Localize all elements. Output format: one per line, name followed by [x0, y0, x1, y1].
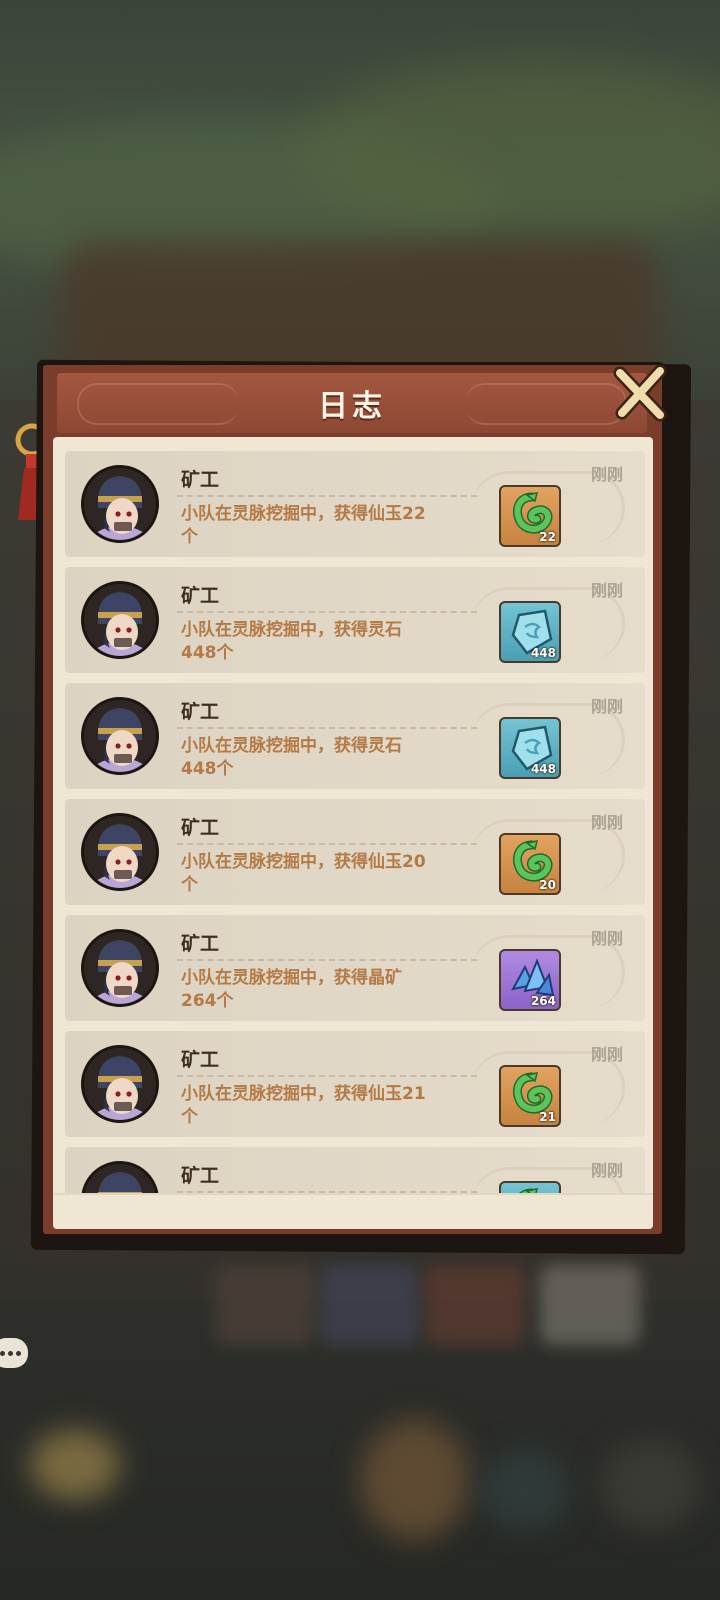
log-entry: 矿工小队在灵脉挖掘中，获得仙玉20个 刚刚 20	[65, 799, 645, 905]
log-message: 小队在灵脉挖掘中，获得仙玉22个	[181, 504, 426, 547]
log-name: 矿工	[181, 1165, 220, 1187]
reward-quantity: 21	[539, 1110, 556, 1124]
log-list[interactable]: 矿工 小队在灵脉挖掘中，获得仙玉22个 刚刚 22 矿工 小队在灵脉挖掘中，获得灵石44…	[65, 451, 645, 1197]
miner-avatar	[81, 1161, 159, 1197]
log-name: 矿工	[181, 469, 220, 491]
reward-item[interactable]: 448	[499, 717, 561, 779]
log-time: 刚刚	[590, 581, 623, 600]
log-entry: 矿工 刚刚	[65, 1147, 645, 1197]
reward-quantity: 264	[530, 994, 556, 1008]
log-entry: 矿工小队在灵脉挖掘中，获得仙玉21个 刚刚 21	[65, 1031, 645, 1137]
log-name: 矿工	[181, 817, 220, 839]
log-message: 小队在灵脉挖掘中，获得晶矿264个	[181, 968, 402, 1011]
log-panel: 矿工 小队在灵脉挖掘中，获得仙玉22个 刚刚 22 矿工 小队在灵脉挖掘中，获得灵石44…	[53, 437, 653, 1229]
reward-item[interactable]: 21	[499, 1065, 561, 1127]
miner-avatar	[81, 929, 159, 1007]
chat-icon[interactable]	[0, 1338, 28, 1368]
log-time: 刚刚	[590, 929, 623, 948]
log-dialog: 日志 矿工 小队在灵脉挖掘中，获得仙玉22个 刚刚 22 矿工 小队在灵脉挖掘中，获得灵…	[40, 362, 667, 1237]
miner-avatar	[81, 697, 159, 775]
log-name: 矿工	[181, 933, 220, 955]
log-entry: 矿工小队在灵脉挖掘中，获得灵石448个 刚刚 448	[65, 683, 645, 789]
log-entry: 矿工小队在灵脉挖掘中，获得晶矿264个 刚刚 264	[65, 915, 645, 1021]
log-time: 刚刚	[590, 1161, 623, 1180]
dialog-title: 日志	[318, 389, 386, 424]
miner-avatar	[81, 1045, 159, 1123]
close-x-icon[interactable]	[610, 363, 670, 423]
reward-item[interactable]: 22	[499, 485, 561, 547]
log-time: 刚刚	[590, 697, 623, 716]
reward-quantity: 22	[539, 530, 556, 544]
reward-quantity: 448	[530, 646, 556, 660]
log-message: 小队在灵脉挖掘中，获得灵石448个	[181, 736, 402, 779]
log-entry: 矿工小队在灵脉挖掘中，获得仙玉22个 刚刚 22	[65, 451, 645, 557]
log-time: 刚刚	[590, 1045, 623, 1064]
log-time: 刚刚	[590, 813, 623, 832]
reward-quantity: 20	[539, 878, 556, 892]
log-message: 小队在灵脉挖掘中，获得仙玉21个	[181, 1084, 426, 1127]
reward-quantity: 448	[530, 762, 556, 776]
log-message: 小队在灵脉挖掘中，获得灵石448个	[181, 620, 402, 663]
miner-avatar	[81, 581, 159, 659]
log-name: 矿工	[181, 701, 220, 723]
dialog-header: 日志	[57, 373, 647, 433]
log-entry: 矿工小队在灵脉挖掘中，获得灵石448个 刚刚 448	[65, 567, 645, 673]
reward-item[interactable]: 264	[499, 949, 561, 1011]
log-name: 矿工	[181, 585, 220, 607]
miner-avatar	[81, 465, 159, 543]
miner-avatar	[81, 813, 159, 891]
log-name: 矿工	[181, 1049, 220, 1071]
log-time: 刚刚	[590, 465, 623, 484]
reward-item[interactable]: 448	[499, 601, 561, 663]
log-message: 小队在灵脉挖掘中，获得仙玉20个	[181, 852, 426, 895]
reward-item[interactable]: 20	[499, 833, 561, 895]
